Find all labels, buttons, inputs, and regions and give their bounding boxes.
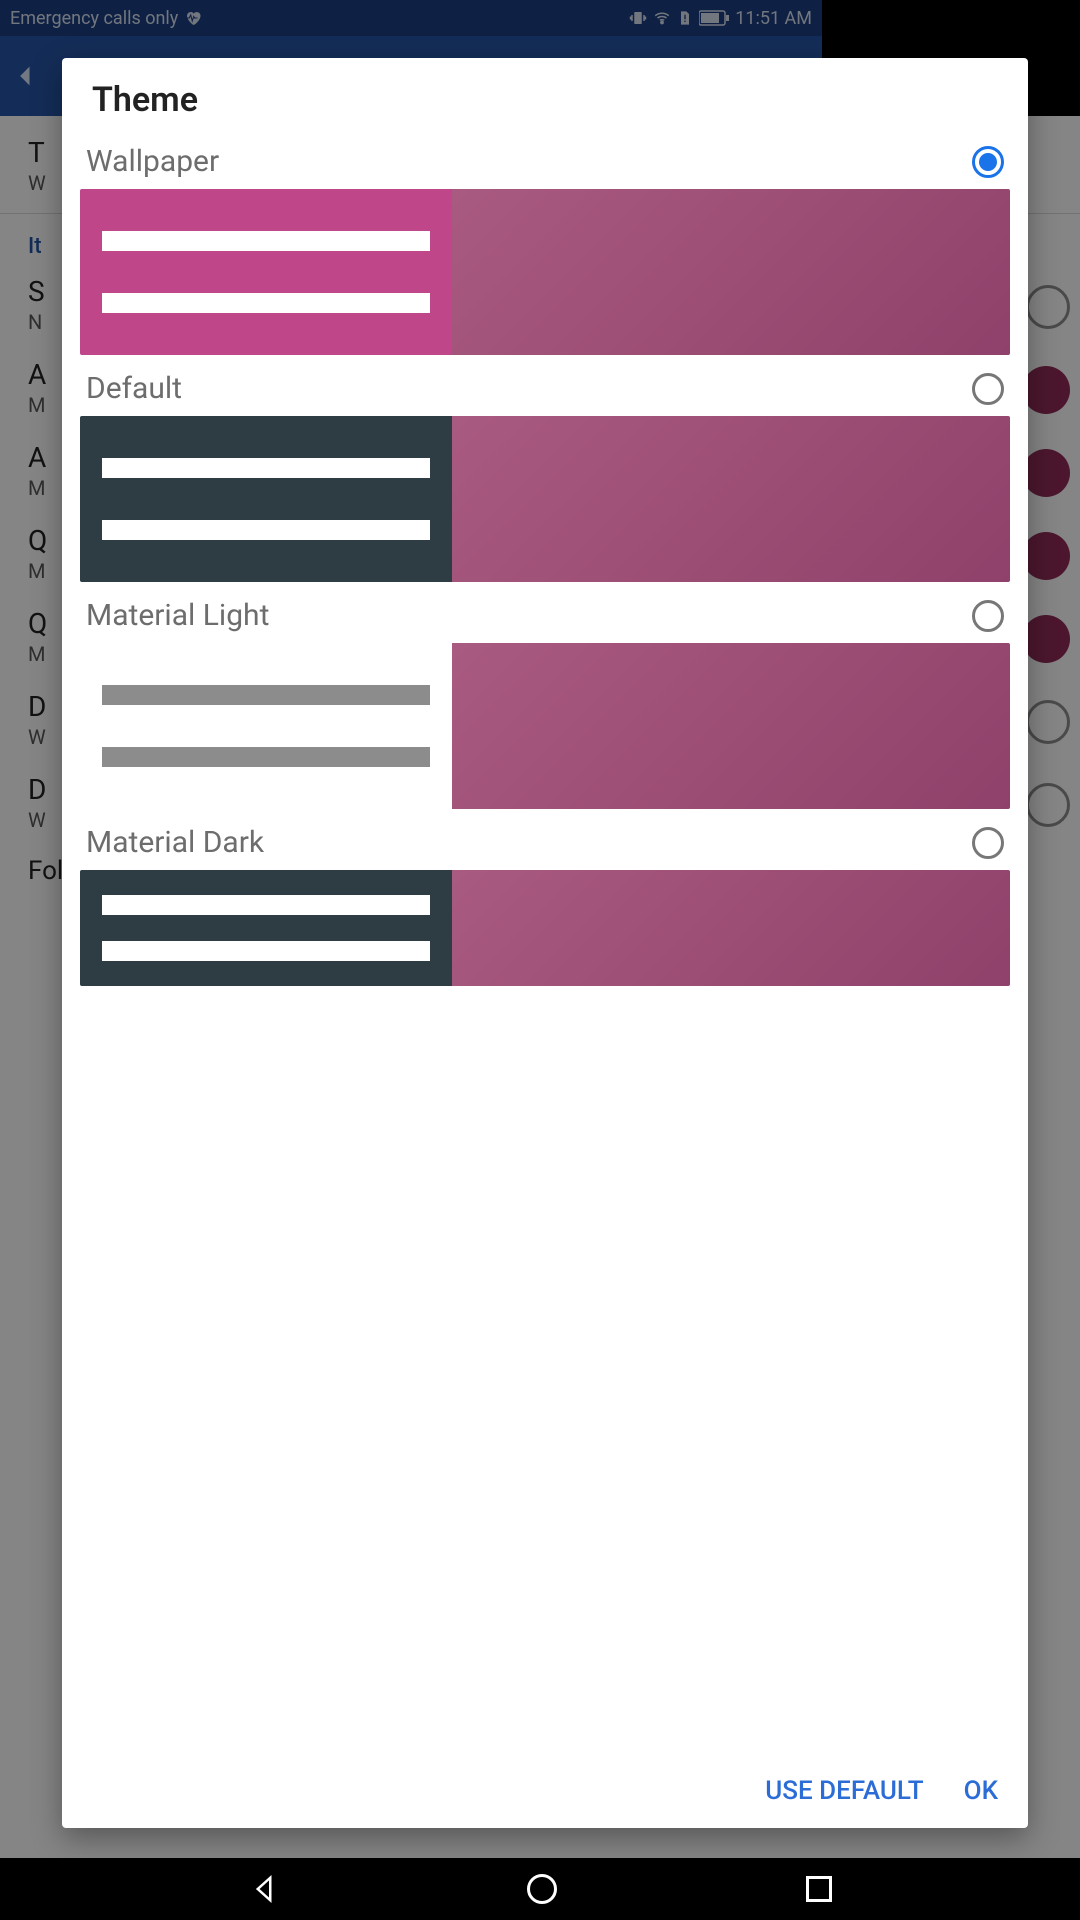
navigation-bar [0,1858,1080,1920]
theme-preview [80,643,1010,809]
theme-option-material-dark[interactable]: Material Dark [80,809,1010,986]
theme-preview [80,189,1010,355]
dialog-title: Theme [62,58,1028,128]
nav-home-icon[interactable] [527,1874,557,1904]
radio-unselected-icon[interactable] [972,827,1004,859]
use-default-button[interactable]: USE DEFAULT [765,1776,923,1806]
radio-unselected-icon[interactable] [972,373,1004,405]
theme-option-label: Material Dark [86,825,264,860]
theme-option-default[interactable]: Default [80,355,1010,582]
theme-preview [80,870,1010,986]
dialog-actions: USE DEFAULT OK [62,1758,1028,1828]
radio-selected-icon[interactable] [972,146,1004,178]
theme-dialog: Theme Wallpaper Default Mate [62,58,1028,1828]
radio-unselected-icon[interactable] [972,600,1004,632]
nav-back-icon[interactable] [249,1874,279,1904]
ok-button[interactable]: OK [964,1776,998,1806]
theme-option-wallpaper[interactable]: Wallpaper [80,128,1010,355]
theme-option-label: Wallpaper [86,144,219,179]
theme-option-label: Material Light [86,598,269,633]
theme-option-label: Default [86,371,182,406]
theme-preview [80,416,1010,582]
nav-recent-icon[interactable] [806,1876,832,1902]
theme-option-material-light[interactable]: Material Light [80,582,1010,809]
